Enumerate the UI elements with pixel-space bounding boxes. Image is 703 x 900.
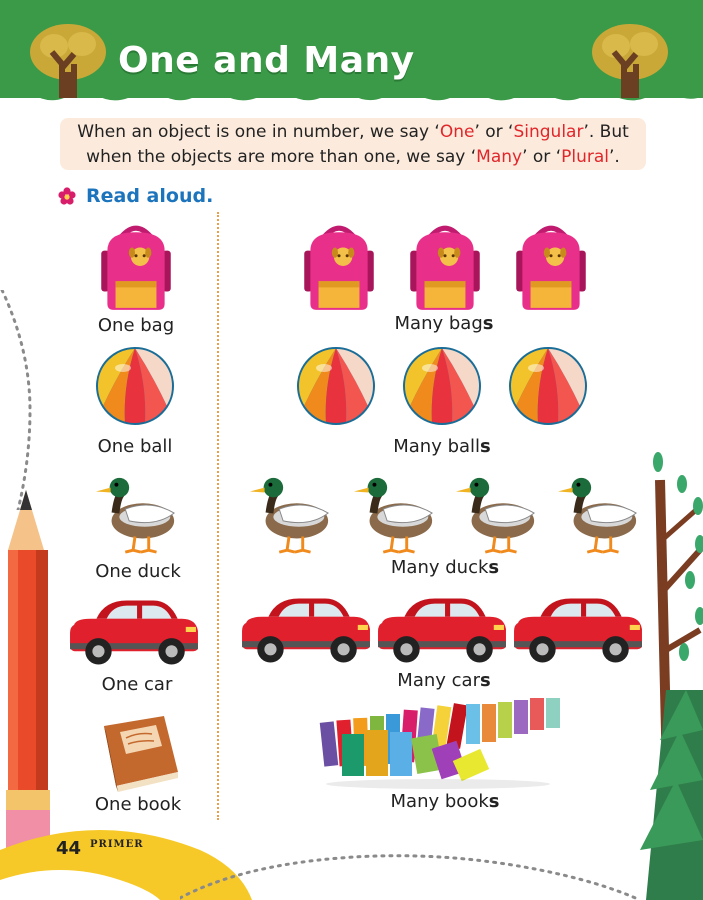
bag-image [404, 222, 486, 314]
duck-image [452, 470, 540, 558]
keyword-one: One [439, 122, 475, 142]
books-stack-image [319, 698, 560, 789]
tree-icon [30, 24, 106, 98]
duck-image [92, 470, 180, 558]
plural-label: Many ducks [390, 557, 500, 578]
intro-text: ’ or ‘ [522, 147, 562, 167]
dotted-path [180, 854, 642, 900]
bag-image [510, 222, 592, 314]
tree-icon [592, 24, 668, 98]
instruction-text: Read aloud. [86, 185, 214, 207]
plural-label: Many balls [393, 436, 491, 457]
keyword-plural: Plural [561, 147, 609, 167]
ball-image [296, 346, 376, 426]
tree-branch-image [640, 452, 703, 900]
intro-text: ’. [609, 147, 620, 167]
singular-label: One book [94, 794, 182, 815]
plural-label: Many cars [397, 670, 491, 691]
singular-label: One car [101, 674, 173, 695]
singular-label: One bag [97, 315, 175, 336]
bag-image [298, 222, 380, 314]
series-label: PRIMER [90, 839, 144, 850]
pencil-image [6, 490, 50, 860]
intro-line-1: When an object is one in number, we say … [60, 120, 646, 145]
keyword-singular: Singular [513, 122, 584, 142]
dotted-path [0, 290, 32, 510]
duck-image [246, 470, 334, 558]
duck-image [350, 470, 438, 558]
book-image [94, 712, 184, 792]
car-image [240, 594, 372, 666]
ball-image [402, 346, 482, 426]
instruction: Read aloud. [58, 183, 213, 209]
car-image [68, 596, 200, 668]
page-number: 44 [56, 838, 82, 859]
car-image [376, 594, 508, 666]
bag-image [95, 222, 177, 314]
column-divider [217, 212, 219, 820]
keyword-many: Many [476, 147, 523, 167]
ball-image [95, 346, 175, 426]
intro-box: When an object is one in number, we say … [60, 118, 646, 170]
intro-text: ’ or ‘ [474, 122, 514, 142]
plural-label: Many bags [394, 313, 494, 334]
flower-icon [58, 187, 76, 205]
singular-label: One ball [97, 436, 173, 457]
intro-text: When an object is one in number, we say … [77, 122, 440, 142]
plural-label: Many books [390, 791, 500, 812]
intro-text: when the objects are more than one, we s… [86, 147, 477, 167]
ball-image [508, 346, 588, 426]
singular-label: One duck [95, 561, 181, 582]
page-title: One and Many [118, 40, 415, 81]
intro-text: ’. But [583, 122, 629, 142]
intro-line-2: when the objects are more than one, we s… [60, 145, 646, 170]
